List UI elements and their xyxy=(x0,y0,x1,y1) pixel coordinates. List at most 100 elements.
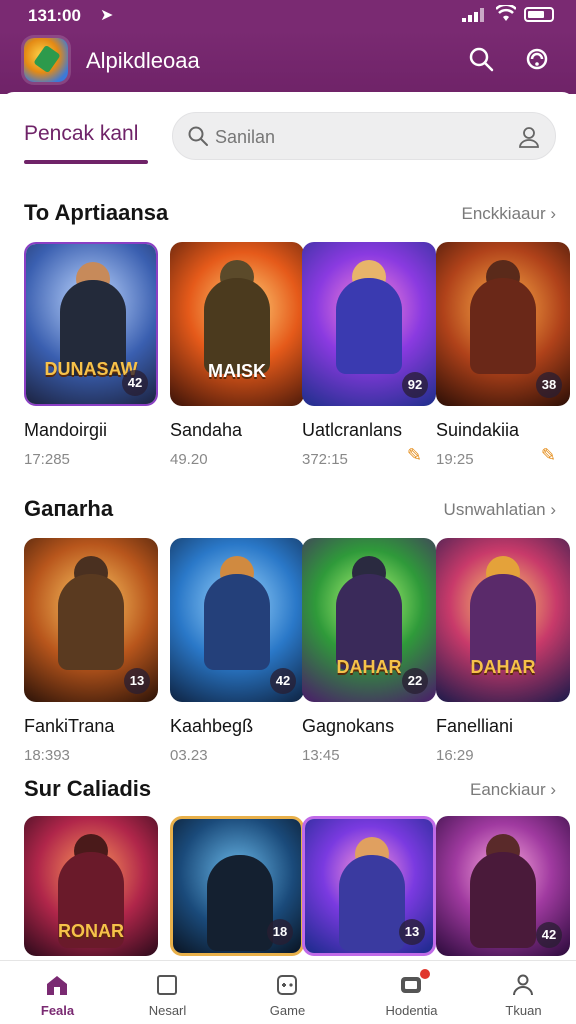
search-icon xyxy=(188,126,208,146)
character-art xyxy=(336,278,402,374)
game-meta: 49.20 xyxy=(170,451,208,468)
nav-item-game[interactable]: Game xyxy=(230,961,345,1024)
section-title: Gaпarha xyxy=(24,496,114,521)
rating-badge: 13 xyxy=(399,919,425,945)
game-thumbnail: RONAR xyxy=(24,816,158,956)
game-card[interactable]: 13 FankiTrana 18:393 xyxy=(24,538,158,764)
game-title: Mandoirgii xyxy=(24,420,108,440)
rating-badge: 38 xyxy=(536,372,562,398)
game-meta: 18:393 xyxy=(24,747,70,764)
game-title: Kaahbegß xyxy=(170,716,254,736)
app-logo xyxy=(24,38,68,82)
section-title: Sur Caliadis xyxy=(24,776,152,801)
game-card[interactable]: 42 xyxy=(436,816,570,956)
game-thumbnail: 42 xyxy=(170,538,304,702)
game-meta: 17:285 xyxy=(24,451,70,468)
section-see-all-link[interactable]: Usnwahlatian › xyxy=(444,500,556,520)
game-thumbnail: 92 xyxy=(302,242,436,406)
pen-icon: ✎ xyxy=(540,445,556,465)
nav-label: Nesarl xyxy=(148,1003,187,1018)
character-art xyxy=(470,852,536,948)
game-card[interactable]: DAHAR 22 Gagnokans 13:45 xyxy=(302,538,436,764)
tab-indicator xyxy=(24,160,148,164)
character-art xyxy=(339,855,405,951)
game-title: FankiTrana xyxy=(24,716,115,736)
bottom-navigation: Feala Nesarl Game Hodentia Tkuan xyxy=(0,960,576,1024)
game-card[interactable]: 38 Suindakiia 19:25 ✎ xyxy=(436,242,570,468)
game-meta: 16:29 xyxy=(436,747,474,764)
game-title: Sandaha xyxy=(170,420,243,440)
game-thumbnail: DAHAR xyxy=(436,538,570,702)
search-input[interactable] xyxy=(215,125,495,149)
app-title: Alpikdleoaa xyxy=(86,48,200,73)
nav-item-store[interactable]: Hodentia xyxy=(354,961,469,1024)
nav-item-new[interactable]: Nesarl xyxy=(110,961,225,1024)
game-banner: MAISK xyxy=(208,361,266,381)
game-card[interactable]: 42 Kaahbegß 03.23 xyxy=(170,538,304,764)
nav-label: Hodentia xyxy=(385,1003,438,1018)
game-title: Gagnokans xyxy=(302,716,395,736)
character-art xyxy=(470,278,536,374)
tab-active[interactable]: Pencak kanl xyxy=(24,122,138,146)
character-art xyxy=(207,855,273,951)
search-bar[interactable] xyxy=(172,112,556,160)
nav-label: Tkuan xyxy=(505,1003,542,1018)
game-title: Fanelliani xyxy=(436,716,514,736)
store-icon xyxy=(401,977,421,993)
character-art xyxy=(204,278,270,374)
rating-badge: 42 xyxy=(122,370,148,396)
game-thumbnail: DUNASAW 42 xyxy=(24,242,158,406)
section-see-all-link[interactable]: Eanckiaur › xyxy=(470,780,556,800)
character-art xyxy=(470,574,536,670)
nav-label: Game xyxy=(269,1003,306,1018)
gamepad-icon xyxy=(277,975,297,995)
rating-badge: 22 xyxy=(402,668,428,694)
game-card[interactable]: MAISK Sandaha 49.20 xyxy=(170,242,304,468)
game-card[interactable]: DAHAR Fanelliani 16:29 xyxy=(436,538,570,764)
game-thumbnail: 13 xyxy=(24,538,158,702)
game-thumbnail: 42 xyxy=(436,816,570,956)
home-icon xyxy=(47,976,67,995)
game-banner: DAHAR xyxy=(470,657,536,677)
search-icon[interactable] xyxy=(466,44,496,74)
rating-badge: 13 xyxy=(124,668,150,694)
nav-label: Feala xyxy=(40,1003,75,1018)
nav-item-profile[interactable]: Tkuan xyxy=(466,961,576,1024)
game-thumbnail: MAISK xyxy=(170,242,304,406)
game-card[interactable]: 18 xyxy=(170,816,304,956)
game-meta: 03.23 xyxy=(170,747,208,764)
square-icon xyxy=(157,975,177,995)
game-card[interactable]: RONAR xyxy=(24,816,158,956)
game-card[interactable]: 92 Uatlcranlans 372:15 ✎ xyxy=(302,242,436,468)
app-bar: Alpikdleoaa xyxy=(0,30,576,94)
game-thumbnail: 13 xyxy=(302,816,436,956)
game-thumbnail: 38 xyxy=(436,242,570,406)
pen-icon: ✎ xyxy=(406,445,422,465)
support-icon[interactable] xyxy=(522,44,552,74)
game-thumbnail: DAHAR 22 xyxy=(302,538,436,702)
game-title: Suindakiia xyxy=(436,420,520,440)
game-meta: 13:45 xyxy=(302,747,340,764)
battery-icon xyxy=(524,7,554,22)
section-see-all-link[interactable]: Enckkiaaur › xyxy=(462,204,556,224)
character-art xyxy=(58,574,124,670)
rating-badge: 92 xyxy=(402,372,428,398)
wifi-icon xyxy=(496,5,516,21)
notification-dot xyxy=(420,969,430,979)
signal-icon xyxy=(462,8,484,22)
user-icon[interactable] xyxy=(517,125,541,149)
status-time: 131:00 xyxy=(28,6,81,25)
location-arrow-icon: ➤ xyxy=(100,7,114,24)
character-art xyxy=(336,574,402,670)
character-art xyxy=(204,574,270,670)
section-title: To Aprtiaansa xyxy=(24,200,169,225)
person-icon xyxy=(513,974,533,996)
nav-item-home[interactable]: Feala xyxy=(0,961,115,1024)
rating-badge: 42 xyxy=(536,922,562,948)
game-banner: RONAR xyxy=(58,921,124,941)
status-bar: 131:00 ➤ xyxy=(0,0,576,30)
game-thumbnail: 18 xyxy=(170,816,304,956)
game-card[interactable]: 13 xyxy=(302,816,436,956)
game-title: Uatlcranlans xyxy=(302,420,403,440)
game-card[interactable]: DUNASAW 42 Mandoirgii 17:285 xyxy=(24,242,158,468)
